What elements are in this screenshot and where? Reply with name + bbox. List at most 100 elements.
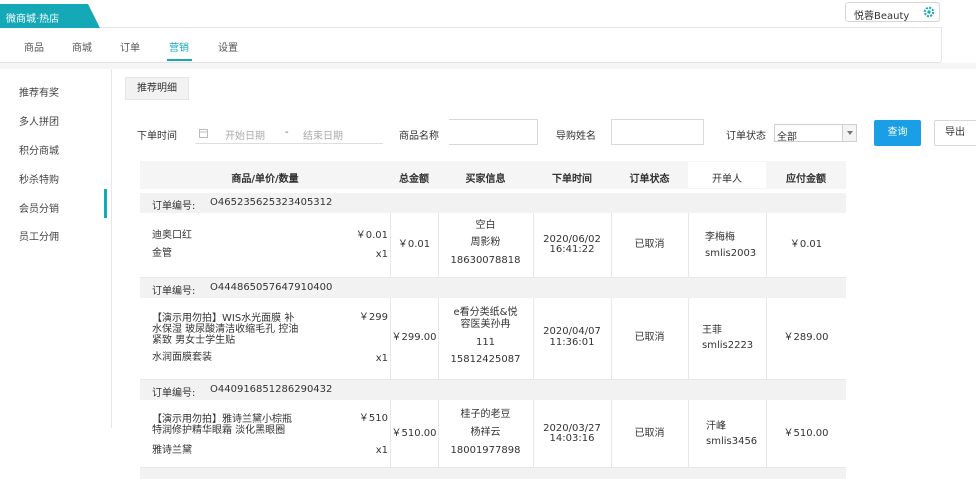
orders-table: 商品/单价/数量 总金额 买家信息 下单时间 订单状态 开单人 应付金额 订单编… bbox=[140, 161, 846, 479]
buyer-name: 周影粉 bbox=[470, 237, 501, 248]
column-divider bbox=[533, 213, 534, 277]
export-button[interactable]: 导出 bbox=[934, 120, 976, 146]
issuer-id: smlis2223 bbox=[702, 340, 754, 351]
column-divider bbox=[533, 298, 534, 379]
store-name-tab[interactable]: 微商城·热店 bbox=[0, 4, 100, 28]
order-no[interactable]: O444865057647910400 bbox=[210, 282, 332, 293]
main-nav: 商品 商城 订单 营销 设置 bbox=[0, 28, 942, 63]
start-date-input[interactable]: 开始日期 bbox=[225, 127, 265, 142]
column-divider bbox=[438, 400, 439, 467]
column-divider bbox=[390, 213, 391, 277]
order-clock: 16:41:22 bbox=[549, 244, 595, 255]
buyer-name: 容医美孙冉 bbox=[460, 319, 511, 330]
top-header: 微商城·热店 悦蓉Beauty bbox=[0, 0, 946, 28]
payable-amount: ￥510.00 bbox=[783, 428, 829, 439]
order-time-label: 下单时间 bbox=[137, 131, 177, 142]
product-name-input[interactable] bbox=[449, 119, 538, 145]
product-title[interactable]: 迪奥口红 bbox=[152, 229, 192, 242]
column-divider bbox=[611, 400, 612, 467]
sidebar-active-indicator bbox=[104, 189, 107, 218]
nav-item-settings[interactable]: 设置 bbox=[218, 39, 238, 54]
quantity: x1 bbox=[375, 353, 388, 364]
buyer-phone: 18630078818 bbox=[450, 255, 521, 266]
column-divider bbox=[533, 400, 534, 467]
unit-price: ￥510 bbox=[358, 413, 388, 424]
unit-price: ￥299 bbox=[358, 312, 388, 323]
order-clock: 14:03:16 bbox=[549, 433, 595, 444]
sidebar-item-referral[interactable]: 推荐有奖 bbox=[19, 84, 59, 99]
sidebar-item-points-mall[interactable]: 积分商城 bbox=[19, 142, 59, 157]
column-divider bbox=[766, 213, 767, 277]
order-status-select[interactable]: 全部 bbox=[774, 124, 857, 143]
nav-item-marketing[interactable]: 营销 bbox=[169, 39, 189, 54]
col-product: 商品/单价/数量 bbox=[231, 174, 299, 185]
buyer-nickname: 空白 bbox=[475, 220, 496, 231]
order-header: 订单编号: O465235625323405312 bbox=[140, 193, 846, 213]
total-amount: ￥510.00 bbox=[391, 428, 437, 439]
referral-detail-button[interactable]: 推荐明细 bbox=[125, 77, 189, 100]
sidebar-item-group-buy[interactable]: 多人拼团 bbox=[19, 113, 59, 128]
column-divider bbox=[611, 298, 612, 379]
column-divider bbox=[688, 213, 689, 277]
gear-icon[interactable] bbox=[923, 6, 935, 18]
order-no-label: 订单编号: bbox=[152, 201, 196, 212]
column-divider bbox=[390, 400, 391, 467]
col-buyer: 买家信息 bbox=[465, 174, 506, 185]
sidebar-item-flash-sale[interactable]: 秒杀特购 bbox=[19, 171, 59, 186]
query-button[interactable]: 查询 bbox=[874, 120, 921, 146]
date-range-separator: - bbox=[285, 127, 289, 138]
order-header: 订单编号: O440916851286290432 bbox=[140, 380, 846, 400]
column-divider bbox=[766, 400, 767, 467]
chevron-down-icon[interactable] bbox=[842, 125, 856, 141]
quantity: x1 bbox=[375, 249, 388, 260]
sidebar-item-member-distribution[interactable]: 会员分销 bbox=[19, 200, 59, 215]
nav-active-underline bbox=[167, 59, 192, 61]
end-date-input[interactable]: 结束日期 bbox=[303, 127, 343, 142]
column-divider bbox=[688, 400, 689, 467]
order-status: 已取消 bbox=[634, 428, 665, 439]
store-name: 微商城·热店 bbox=[6, 14, 60, 25]
col-payable: 应付金额 bbox=[786, 174, 826, 185]
order-no[interactable]: O440916851286290432 bbox=[210, 384, 332, 395]
buyer-name: 杨祥云 bbox=[470, 427, 501, 438]
buyer-nickname: 桂子的老豆 bbox=[460, 409, 511, 420]
guide-name-input[interactable] bbox=[611, 119, 704, 145]
product-name-label: 商品名称 bbox=[399, 131, 439, 142]
order-status: 已取消 bbox=[634, 332, 665, 343]
order-header: 订单编号: O444865057647910400 bbox=[140, 278, 846, 298]
total-amount: ￥0.01 bbox=[397, 239, 431, 250]
order-status-value: 全部 bbox=[777, 132, 797, 143]
product-spec: 雅诗兰黛 bbox=[152, 445, 192, 456]
order-no-label: 订单编号: bbox=[152, 286, 196, 297]
issuer-id: smlis3456 bbox=[706, 436, 758, 447]
issuer-name: 王菲 bbox=[702, 325, 722, 336]
order-date-range[interactable]: 开始日期 - 结束日期 bbox=[195, 122, 383, 144]
col-issuer: 开单人 bbox=[712, 174, 742, 185]
column-divider bbox=[688, 298, 689, 379]
issuer-name: 李梅梅 bbox=[705, 232, 735, 243]
user-menu[interactable]: 悦蓉Beauty bbox=[845, 2, 940, 22]
calendar-icon bbox=[199, 129, 208, 138]
quantity: x1 bbox=[375, 445, 388, 456]
order-no[interactable]: O465235625323405312 bbox=[210, 197, 332, 208]
unit-price: ￥0.01 bbox=[355, 230, 388, 241]
sidebar-item-staff-commission[interactable]: 员工分佣 bbox=[19, 228, 59, 243]
column-divider bbox=[438, 298, 439, 379]
order-status: 已取消 bbox=[634, 239, 665, 250]
nav-item-products[interactable]: 商品 bbox=[24, 39, 44, 54]
table-header: 商品/单价/数量 总金额 买家信息 下单时间 订单状态 开单人 应付金额 bbox=[140, 161, 846, 189]
user-name: 悦蓉Beauty bbox=[854, 11, 910, 22]
order-header-partial bbox=[140, 468, 846, 479]
column-divider bbox=[390, 298, 391, 379]
header-right-margin bbox=[942, 0, 976, 69]
issuer-id: smlis2003 bbox=[705, 248, 757, 259]
column-divider bbox=[611, 213, 612, 277]
column-divider bbox=[438, 213, 439, 277]
buyer-extra: 111 bbox=[475, 337, 496, 348]
buyer-phone: 15812425087 bbox=[450, 354, 521, 365]
product-spec: 金管 bbox=[152, 248, 172, 259]
nav-item-orders[interactable]: 订单 bbox=[120, 39, 140, 54]
product-title-line2[interactable]: 特润修护精华眼霜 淡化黑眼圈 bbox=[152, 424, 285, 437]
product-title-line3[interactable]: 紧致 男女士学生贴 bbox=[152, 334, 235, 347]
nav-item-mall[interactable]: 商城 bbox=[72, 39, 92, 54]
